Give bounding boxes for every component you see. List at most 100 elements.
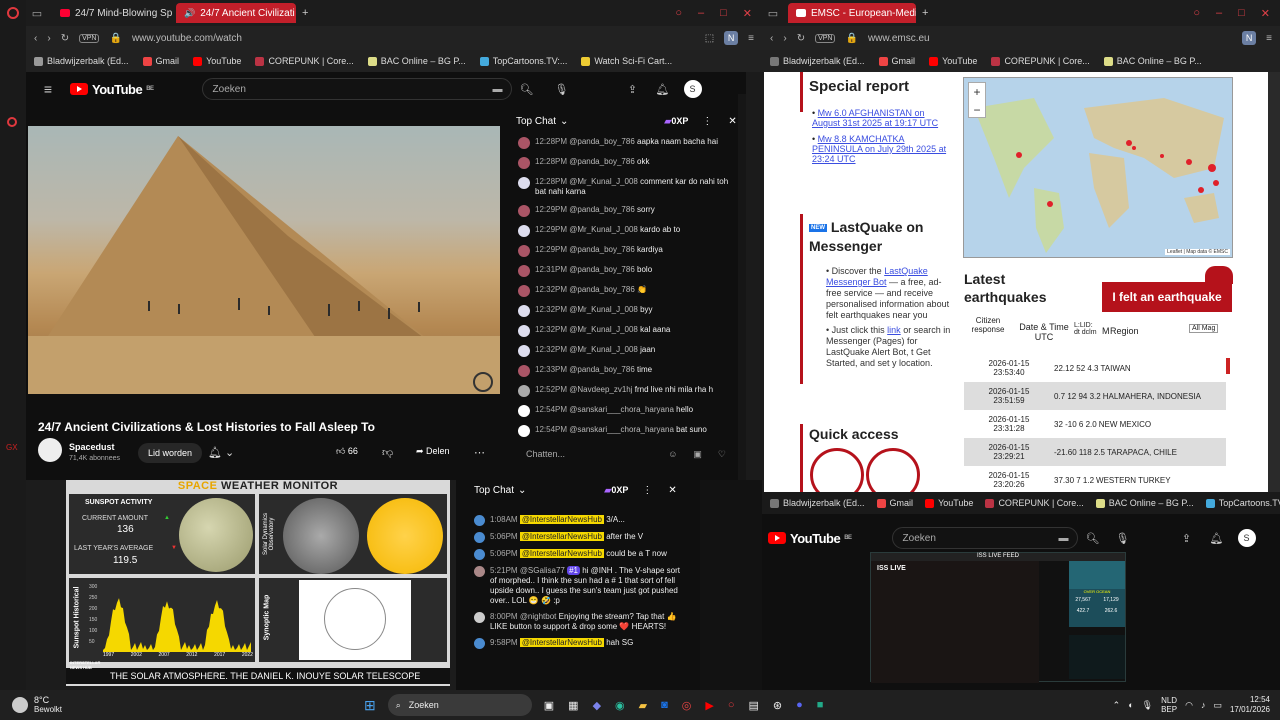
user-avatar[interactable] — [474, 612, 485, 623]
opera-icon[interactable]: ○ — [728, 699, 735, 712]
close-icon[interactable]: ✕ — [743, 7, 752, 20]
tab-ancient[interactable]: 🔊 24/7 Ancient Civilizati — [176, 3, 296, 23]
quake-scrollbar[interactable] — [1226, 358, 1230, 374]
wifi-icon[interactable]: ◠ — [1185, 700, 1193, 711]
new-tab-icon[interactable]: + — [922, 7, 928, 19]
youtube-app-icon[interactable]: ▶ — [705, 699, 713, 712]
chat2-title[interactable]: Top Chat — [474, 485, 514, 496]
message-author[interactable]: @Navdeep_zv1hj — [569, 385, 632, 394]
page-scrollbar[interactable] — [738, 94, 746, 480]
hamburger-icon[interactable]: ≡ — [26, 81, 70, 97]
user-avatar[interactable] — [518, 245, 530, 257]
bookmark-corepunk[interactable]: COREPUNK | Core... — [255, 56, 354, 66]
bookmark-folder[interactable]: Bladwijzerbalk (Ed... — [34, 56, 129, 66]
user-avatar[interactable] — [474, 566, 485, 577]
message-author[interactable]: @panda_boy_786 — [569, 245, 635, 254]
magnitude-filter[interactable]: All Mag — [1189, 324, 1219, 333]
bookmark-bac[interactable]: BAC Online – BG P... — [367, 56, 466, 66]
maximize-icon[interactable]: □ — [720, 7, 727, 20]
tab-menu-icon[interactable]: ▭ — [26, 7, 48, 20]
reload-icon[interactable]: ↻ — [797, 33, 805, 44]
share-button[interactable]: ➦ Delen — [416, 446, 450, 457]
clock[interactable]: 12:54 17/01/2026 — [1230, 695, 1270, 715]
felt-earthquake-button[interactable]: I felt an earthquake — [1102, 282, 1232, 312]
discord-icon[interactable]: ● — [796, 699, 803, 712]
chat-input[interactable]: Chatten... ☺ ▣ ♡ — [504, 440, 746, 468]
upload-icon[interactable]: ⇪ — [1172, 532, 1202, 545]
user-avatar[interactable] — [518, 345, 530, 357]
battery-icon[interactable]: ▭ — [1213, 700, 1222, 711]
profile-icon[interactable]: N — [724, 31, 739, 45]
quake-row[interactable]: 2026-01-15 23:29:21 -21.60 118 2.5 TARAPACA… — [964, 438, 1226, 466]
user-avatar[interactable] — [518, 285, 530, 297]
quake-row[interactable]: 2026-01-15 23:20:26 37.30 7 1.2 WESTERN TUR… — [964, 466, 1226, 492]
bookmark-corepunk[interactable]: COREPUNK | Core... — [985, 498, 1084, 508]
user-avatar[interactable] — [474, 532, 485, 543]
bell-icon[interactable]: 🔔︎ — [648, 83, 678, 96]
channel-avatar[interactable] — [38, 438, 62, 462]
message-author[interactable]: @Mr_Kunal_J_008 — [569, 345, 638, 354]
volume-icon[interactable]: ♪ — [1201, 700, 1206, 710]
opera-logo-icon[interactable] — [7, 7, 19, 19]
user-avatar[interactable] — [474, 638, 485, 649]
quake-row[interactable]: 2026-01-15 23:51:59 0.7 12 94 3.2 HALMAHERA… — [964, 382, 1226, 410]
bookmark-topcartoons[interactable]: TopCartoons.TV:... — [1205, 498, 1280, 508]
back-icon[interactable]: ‹ — [770, 33, 773, 44]
youtube-logo[interactable]: YouTube BE — [70, 82, 154, 97]
message-author[interactable]: @panda_boy_786 — [569, 157, 635, 166]
back-icon[interactable]: ‹ — [34, 33, 37, 44]
menu-icon[interactable]: ≡ — [1266, 33, 1280, 44]
iss-video[interactable]: ISS LIVE FEED ISS LIVE OVER OCEAN 27,567… — [870, 552, 1126, 683]
channel-name[interactable]: Spacedust — [69, 442, 115, 452]
dollar-icon[interactable]: ▣ — [693, 449, 702, 460]
tab-emsc[interactable]: EMSC - European-Mediter — [788, 3, 916, 23]
quake-row[interactable]: 2026-01-15 23:31:28 32 -10 6 2.0 NEW MEXICO — [964, 410, 1226, 438]
reload-icon[interactable]: ↻ — [61, 33, 69, 44]
message-author[interactable]: @panda_boy_786 — [569, 137, 635, 146]
chat2-close-icon[interactable]: ✕ — [668, 485, 676, 496]
avatar[interactable]: S — [683, 80, 702, 98]
mic-icon[interactable]: 🎙︎ — [542, 83, 582, 96]
steam-icon[interactable]: ⊛ — [773, 699, 782, 712]
chat-title[interactable]: Top Chat — [516, 116, 556, 127]
tab-space[interactable]: 24/7 Mind-Blowing Space — [52, 3, 172, 23]
quake-row[interactable]: 2026-01-15 23:53:40 22.12 52 4.3 TAIWAN — [964, 354, 1226, 382]
message-author[interactable]: @panda_boy_786 — [569, 285, 635, 294]
bookmark-bac[interactable]: BAC Online – BG P... — [1095, 498, 1194, 508]
points-badge[interactable]: ▰0XP — [604, 485, 628, 496]
bell-subscribe-icon[interactable]: 🔔︎ ⌄ — [208, 446, 234, 459]
opera-gx-icon[interactable]: GX — [6, 443, 18, 452]
join-button[interactable]: Lid worden — [138, 443, 203, 463]
message-author[interactable]: @Mr_Kunal_J_008 — [569, 177, 638, 186]
bell-icon[interactable]: 🔔︎ — [1202, 532, 1232, 545]
felt-tab-icon[interactable] — [1205, 266, 1233, 284]
tab-menu-icon[interactable]: ▭ — [762, 7, 784, 20]
url-field[interactable]: www.youtube.com/watch — [132, 33, 695, 44]
mic-tray-icon[interactable]: 🎙︎ — [1142, 700, 1153, 711]
zoom-in-icon[interactable]: + — [969, 83, 985, 101]
chevron-down-icon[interactable]: ⌄ — [560, 116, 568, 127]
vpn-badge[interactable]: VPN — [79, 33, 100, 43]
points-badge[interactable]: ▰0XP — [664, 116, 688, 127]
cloud-download-icon[interactable] — [866, 448, 920, 492]
bookmark-gmail[interactable]: Gmail — [878, 56, 915, 66]
search-icon[interactable]: 🔍︎ — [512, 83, 542, 96]
search-tabs-icon[interactable]: ○ — [675, 7, 682, 20]
message-author[interactable]: @InterstellarNewsHub — [519, 638, 604, 647]
url-field[interactable]: www.emsc.eu — [868, 33, 1232, 44]
extensions-icon[interactable]: ⬚ — [705, 33, 714, 44]
bookmark-bac[interactable]: BAC Online – BG P... — [1103, 56, 1202, 66]
bookmark-topcartoons[interactable]: TopCartoons.TV:... — [479, 56, 567, 66]
start-icon[interactable]: ⊞ — [364, 697, 376, 714]
explorer-icon[interactable]: ▰ — [639, 699, 647, 712]
keyboard-icon[interactable]: ▬ — [1059, 533, 1069, 544]
chrome-icon[interactable]: ◎ — [682, 699, 692, 712]
task-view-icon[interactable]: ▣ — [544, 699, 554, 712]
minimize-icon[interactable]: – — [698, 7, 704, 20]
message-author[interactable]: @sanskari___chora_haryana — [569, 425, 674, 434]
opera-history-icon[interactable] — [7, 117, 17, 127]
bookmark-gmail[interactable]: Gmail — [876, 498, 913, 508]
bookmark-corepunk[interactable]: COREPUNK | Core... — [991, 56, 1090, 66]
calculator-icon[interactable]: ▤ — [749, 699, 759, 712]
zoom-out-icon[interactable]: − — [969, 101, 985, 119]
